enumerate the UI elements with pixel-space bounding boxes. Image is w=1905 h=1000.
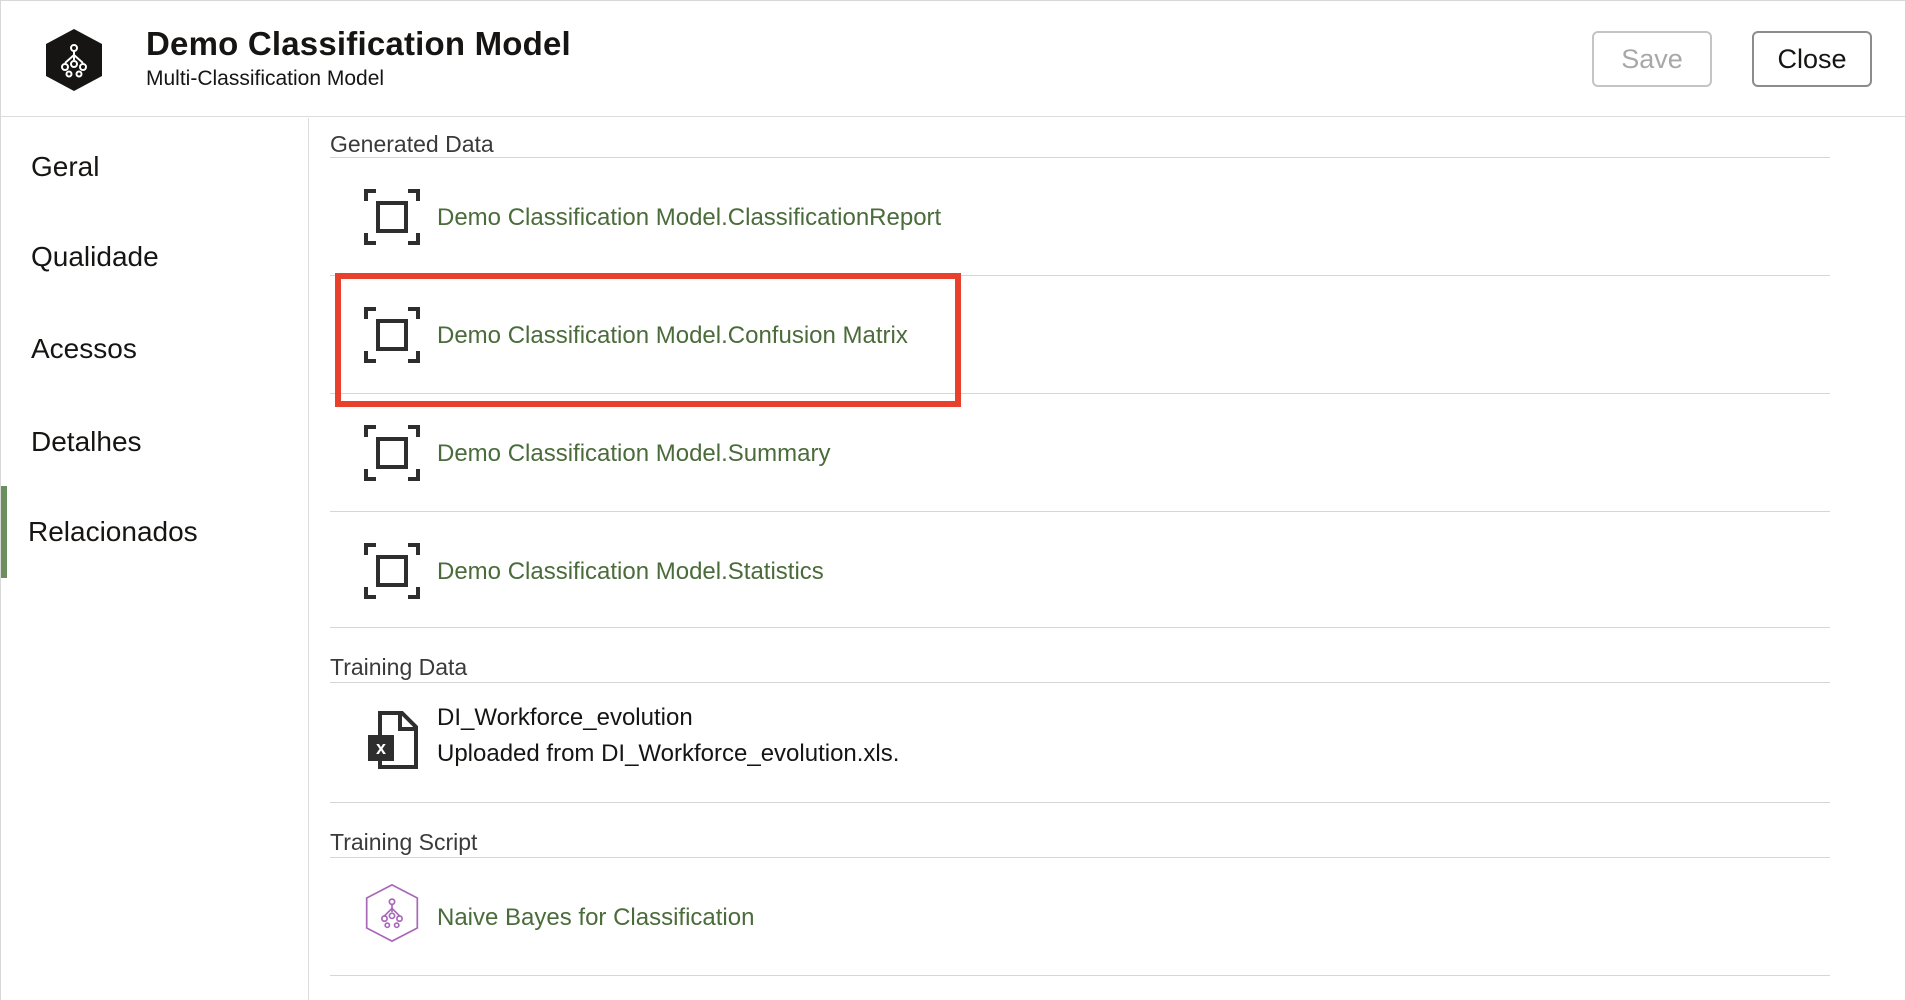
- sidebar-item-label: Detalhes: [31, 426, 142, 457]
- divider: [330, 627, 1830, 628]
- sidebar-item-geral[interactable]: Geral: [1, 127, 308, 207]
- training-data-detail: Uploaded from DI_Workforce_evolution.xls…: [437, 740, 900, 767]
- sidebar-item-relacionados[interactable]: Relacionados: [1, 486, 308, 578]
- script-hexagon-icon: [365, 883, 419, 943]
- list-item[interactable]: Naive Bayes for Classification: [330, 857, 1830, 975]
- sidebar-item-label: Relacionados: [28, 516, 198, 547]
- training-data-name: DI_Workforce_evolution: [437, 704, 693, 731]
- page-subtitle: Multi-Classification Model: [146, 67, 385, 90]
- dataset-frame-icon: [364, 307, 420, 363]
- page-title: Demo Classification Model: [146, 25, 571, 62]
- sidebar-item-detalhes[interactable]: Detalhes: [1, 402, 308, 482]
- divider: [330, 802, 1830, 803]
- dataset-frame-icon: [364, 425, 420, 481]
- section-title-training-script: Training Script: [330, 829, 478, 855]
- list-item[interactable]: Demo Classification Model.Statistics: [330, 511, 1830, 627]
- save-button[interactable]: Save: [1592, 31, 1712, 87]
- related-panel: Generated Data Demo Classification Model…: [310, 118, 1905, 1000]
- active-indicator: [1, 486, 7, 578]
- dataset-frame-icon: [364, 543, 420, 599]
- sidebar-item-qualidade[interactable]: Qualidade: [1, 217, 308, 297]
- list-item[interactable]: Demo Classification Model.Summary: [330, 393, 1830, 511]
- generated-item-link[interactable]: Demo Classification Model.Classification…: [437, 204, 941, 232]
- sidebar-item-label: Acessos: [31, 333, 137, 364]
- training-script-link[interactable]: Naive Bayes for Classification: [437, 904, 754, 932]
- list-item[interactable]: x DI_Workforce_evolution Uploaded from D…: [330, 682, 1830, 802]
- dataset-frame-icon: [364, 189, 420, 245]
- list-item[interactable]: Demo Classification Model.Classification…: [330, 157, 1830, 275]
- model-hexagon-icon: [46, 29, 102, 91]
- sidebar-item-label: Geral: [31, 151, 100, 182]
- generated-item-link[interactable]: Demo Classification Model.Statistics: [437, 558, 824, 586]
- sidebar-item-label: Qualidade: [31, 241, 159, 272]
- section-title-training-data: Training Data: [330, 654, 468, 680]
- sidebar-item-acessos[interactable]: Acessos: [1, 309, 308, 389]
- model-inspector-dialog: Demo Classification Model Multi-Classifi…: [0, 0, 1905, 1000]
- excel-file-icon: x: [368, 711, 418, 769]
- close-button[interactable]: Close: [1752, 31, 1872, 87]
- sidebar-nav: Geral Qualidade Acessos Detalhes Relacio…: [1, 118, 309, 1000]
- svg-text:x: x: [376, 738, 386, 758]
- dialog-header: Demo Classification Model Multi-Classifi…: [1, 1, 1905, 117]
- list-item[interactable]: Demo Classification Model.Confusion Matr…: [330, 275, 1830, 393]
- generated-item-link[interactable]: Demo Classification Model.Confusion Matr…: [437, 322, 908, 350]
- section-title-generated-data: Generated Data: [330, 131, 494, 157]
- divider: [330, 975, 1830, 976]
- generated-item-link[interactable]: Demo Classification Model.Summary: [437, 440, 830, 468]
